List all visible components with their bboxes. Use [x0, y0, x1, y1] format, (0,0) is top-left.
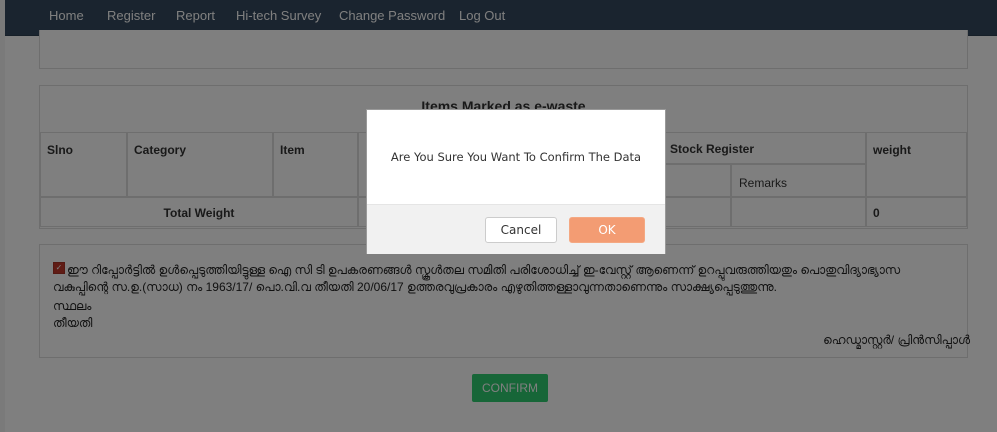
confirm-dialog: Are You Sure You Want To Confirm The Dat… — [366, 109, 666, 254]
ok-button[interactable]: OK — [569, 217, 645, 243]
cancel-button[interactable]: Cancel — [485, 217, 557, 243]
dialog-footer: Cancel OK — [367, 204, 665, 254]
dialog-message: Are You Sure You Want To Confirm The Dat… — [390, 150, 642, 164]
